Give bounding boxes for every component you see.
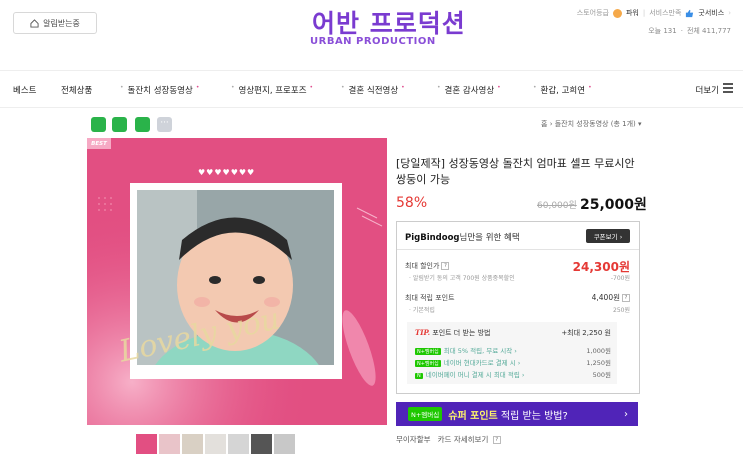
tip-row-card[interactable]: N+멤버십 네이버 현대카드로 결제 시 › — [415, 357, 520, 367]
breadcrumb-home[interactable]: 홈 — [541, 120, 547, 128]
tip-row-money[interactable]: N 네이버페이 머니 결제 시 최대 적립 › — [415, 369, 524, 379]
sale-price: 25,000원 — [580, 197, 647, 213]
card-info-link[interactable]: 카드 자세히보기 — [438, 435, 489, 444]
discount-rate: 58% — [396, 195, 428, 211]
notify-button[interactable]: 알림받는중 — [13, 12, 97, 34]
power-face-icon — [612, 8, 622, 18]
installment-label: 무이자할부 — [396, 435, 431, 444]
tip-row-value: 1,250원 — [586, 359, 611, 367]
help-icon[interactable]: ? — [492, 436, 501, 444]
tip-title: TIP. 포인트 더 받는 방법 — [415, 328, 491, 337]
notify-label: 알림받는중 — [43, 18, 80, 28]
thumbnail[interactable] — [251, 434, 272, 454]
thumbnail[interactable] — [274, 434, 295, 454]
super-points-banner[interactable]: N+멤버십 슈퍼 포인트 적립 받는 방법? › — [396, 402, 638, 426]
thumbnail[interactable] — [159, 434, 180, 454]
good-service-label: 굿서비스 — [698, 9, 725, 17]
tip-row-membership[interactable]: N+멤버십 최대 5% 적립, 무료 시작 › — [415, 345, 517, 355]
tip-total: +최대 2,250 원 — [561, 329, 611, 337]
points-tip-box: TIP. 포인트 더 받는 방법 +최대 2,250 원 N+멤버십 최대 5% … — [407, 322, 617, 384]
breadcrumb: 홈 › 돌잔치 성장동영상 (총 1개) ▾ — [541, 120, 642, 128]
thumbnail[interactable] — [228, 434, 249, 454]
talk-share-icon[interactable] — [112, 117, 127, 132]
thumbnail-strip — [136, 434, 295, 454]
max-points-value: 4,400원? — [592, 292, 630, 303]
menu-icon[interactable] — [723, 83, 733, 93]
hearts-decoration: ♥♥♥♥♥♥♥ — [198, 168, 256, 177]
visitor-counter: 오늘 131 · 전체 411,777 — [648, 27, 731, 35]
logo-korean[interactable]: 어반 프로덕션 — [312, 4, 466, 40]
thumbs-up-icon — [686, 9, 694, 17]
line-share-icon[interactable] — [91, 117, 106, 132]
tip-row-value: 1,000원 — [586, 347, 611, 355]
thumbnail[interactable] — [136, 434, 157, 454]
coupon-button[interactable]: 쿠폰보기 › — [586, 229, 630, 243]
bookmark-share-icon[interactable] — [135, 117, 150, 132]
user-name: PigBindoog — [405, 233, 460, 243]
nav-item-wedding-pre[interactable]: • 결혼 식전영상 • — [341, 84, 405, 96]
original-price: 60,000원 — [537, 201, 577, 211]
visitor-today: 오늘 131 — [648, 27, 677, 35]
nav-item-growth-video[interactable]: • 돌잔치 성장동영상 • — [120, 84, 199, 96]
tip-row-value: 500원 — [592, 371, 611, 379]
thumbnail[interactable] — [182, 434, 203, 454]
benefit-header: PigBindoog님만을 위한 혜택 쿠폰보기 › — [397, 222, 639, 250]
nav-item-wedding-thanks[interactable]: • 결혼 감사영상 • — [437, 84, 501, 96]
category-nav: 베스트 전체상품 • 돌잔치 성장동영상 • • 영상편지, 프로포즈 • • 결혼 식전… — [0, 70, 743, 108]
max-discount-sub: · 알림받기 동의 고객 700원 상품중복할인 — [409, 275, 515, 282]
help-icon[interactable]: ? — [441, 262, 450, 270]
benefit-box: PigBindoog님만을 위한 혜택 쿠폰보기 › 최대 할인가? 24,30… — [396, 221, 640, 394]
nav-item-60th[interactable]: • 환갑, 고희연 • — [533, 84, 592, 96]
service-satisfaction-label: 서비스만족 — [649, 9, 682, 17]
power-label: 파워 — [625, 9, 639, 17]
thumbnail[interactable] — [205, 434, 226, 454]
super-points-text: 슈퍼 포인트 적립 받는 방법? — [448, 410, 568, 422]
best-badge: BEST — [87, 138, 111, 149]
max-discount-label: 최대 할인가? — [405, 261, 450, 271]
nav-item-video-letter[interactable]: • 영상편지, 프로포즈 • — [231, 84, 313, 96]
max-discount-sub-value: -700원 — [610, 275, 630, 282]
breadcrumb-category[interactable]: 돌잔치 성장동영상 — [555, 120, 609, 128]
store-level-label: 스토어등급 — [576, 9, 609, 17]
nav-more[interactable]: 더보기 — [696, 84, 719, 96]
chevron-right-icon: › — [624, 408, 628, 420]
basic-points-value: 250원 — [613, 307, 630, 314]
help-icon[interactable]: ? — [622, 294, 630, 302]
naver-membership-badge: N+멤버십 — [408, 407, 443, 421]
logo-english[interactable]: URBAN PRODUCTION — [310, 36, 436, 47]
payment-info: 무이자할부 카드 자세히보기 ? — [396, 434, 501, 445]
house-icon — [30, 18, 39, 28]
breadcrumb-count: (총 1개) — [610, 120, 636, 128]
product-title: [당일제작] 성장동영상 돌잔치 엄마표 셀프 무료시안 쌍둥이 가능 — [396, 157, 635, 186]
nav-item-best[interactable]: 베스트 — [13, 84, 36, 96]
basic-points-label: · 기본적립 — [409, 307, 435, 314]
visitor-total: 전체 411,777 — [686, 27, 731, 35]
max-points-label: 최대 적립 포인트 — [405, 294, 455, 302]
nav-item-all[interactable]: 전체상품 — [61, 84, 92, 96]
more-share-icon[interactable]: ··· — [157, 117, 172, 132]
store-badges: 스토어등급 파워 | 서비스만족 굿서비스 › — [576, 8, 731, 18]
